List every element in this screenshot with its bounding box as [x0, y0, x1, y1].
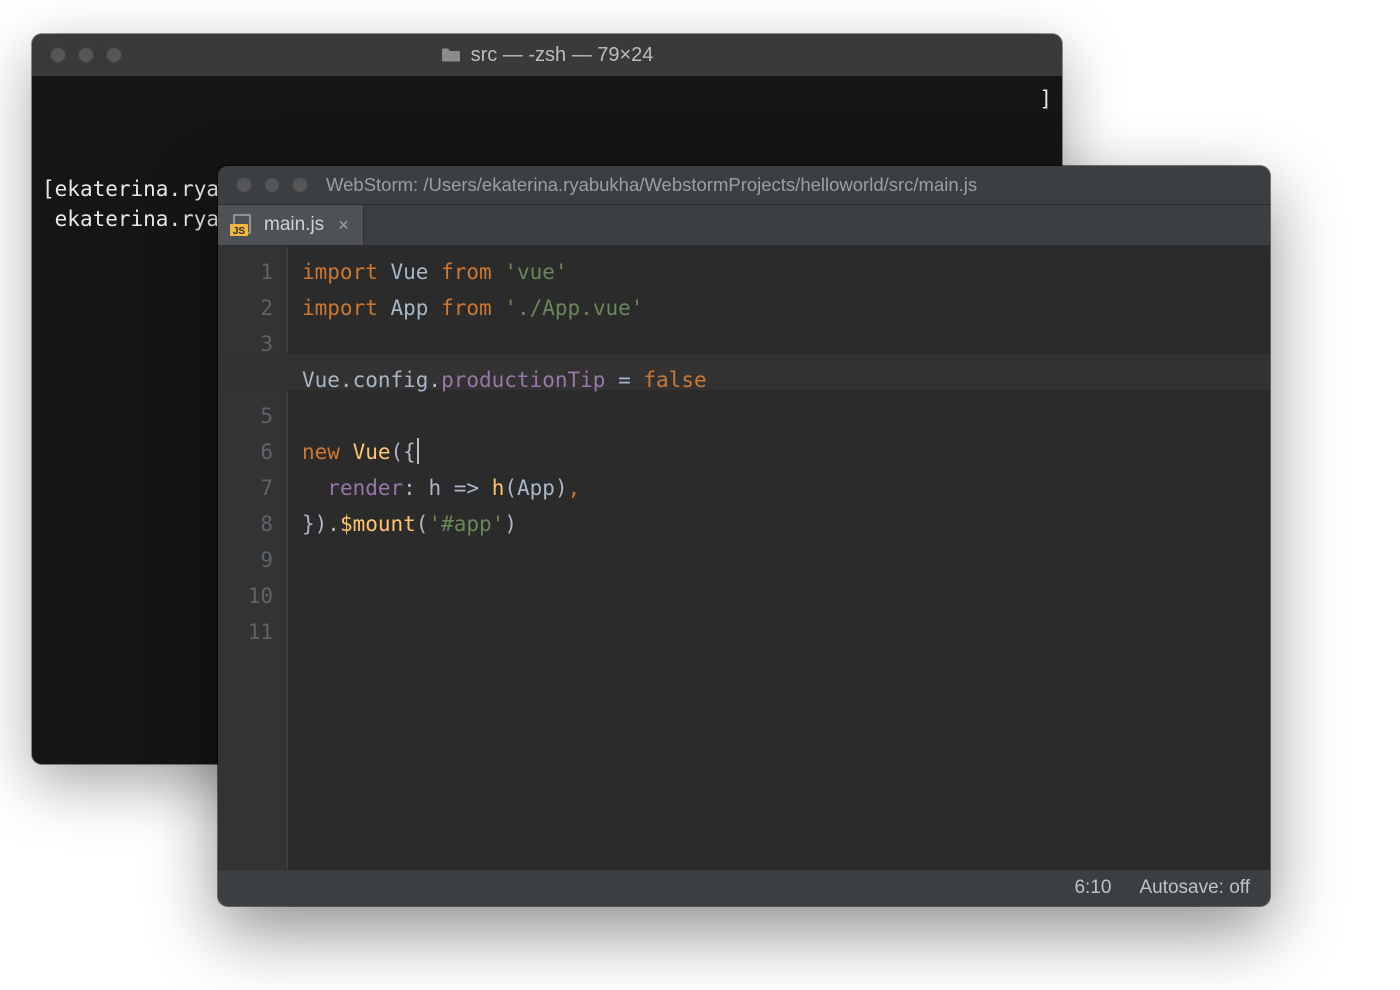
line-number[interactable]: 9: [218, 542, 273, 578]
line-number[interactable]: 2: [218, 290, 273, 326]
minimize-icon[interactable]: [264, 177, 280, 193]
code-token: h: [492, 476, 505, 500]
code-line[interactable]: new Vue({: [302, 434, 1270, 470]
code-editor[interactable]: import Vue from 'vue'import App from './…: [288, 246, 1270, 869]
tab-main-js[interactable]: JS main.js ×: [218, 205, 364, 245]
line-gutter[interactable]: 1234567891011: [218, 246, 288, 869]
code-token: ({: [391, 440, 416, 464]
line-number[interactable]: 7: [218, 470, 273, 506]
zoom-icon[interactable]: [292, 177, 308, 193]
code-token: Vue: [353, 440, 391, 464]
code-line[interactable]: [302, 542, 1270, 578]
code-token: (: [504, 476, 517, 500]
tab-label: main.js: [264, 214, 324, 236]
code-token: './App.vue': [504, 296, 643, 320]
code-token: Vue.config.: [302, 368, 441, 392]
close-tab-icon[interactable]: ×: [334, 215, 349, 236]
line-number[interactable]: 1: [218, 254, 273, 290]
code-token: (: [416, 512, 429, 536]
editor-area: 1234567891011 import Vue from 'vue'impor…: [218, 246, 1270, 869]
line-number[interactable]: 11: [218, 614, 273, 650]
code-token: :: [403, 476, 428, 500]
code-line[interactable]: }).$mount('#app'): [302, 506, 1270, 542]
autosave-status[interactable]: Autosave: off: [1139, 877, 1250, 899]
code-token: render: [327, 476, 403, 500]
folder-icon: [441, 47, 461, 63]
close-icon[interactable]: [236, 177, 252, 193]
code-token: $mount: [340, 512, 416, 536]
code-token: productionTip: [441, 368, 605, 392]
editor-tabs: JS main.js ×: [218, 205, 1270, 246]
close-icon[interactable]: [50, 47, 66, 63]
code-token: ): [504, 512, 517, 536]
line-number[interactable]: 6: [218, 434, 273, 470]
minimize-icon[interactable]: [78, 47, 94, 63]
code-token: ,: [568, 476, 581, 500]
code-token: ): [555, 476, 568, 500]
terminal-traffic-lights: [32, 47, 122, 63]
js-file-icon: JS: [230, 214, 254, 236]
code-token: Vue: [391, 260, 442, 284]
line-number[interactable]: 8: [218, 506, 273, 542]
code-token: =>: [441, 476, 492, 500]
ide-window: WebStorm: /Users/ekaterina.ryabukha/Webs…: [218, 166, 1270, 906]
code-token: from: [441, 296, 504, 320]
editor-caret: [417, 438, 419, 464]
code-line[interactable]: render: h => h(App),: [302, 470, 1270, 506]
zoom-icon[interactable]: [106, 47, 122, 63]
code-line[interactable]: [302, 326, 1270, 362]
svg-text:JS: JS: [233, 226, 246, 236]
code-token: App: [517, 476, 555, 500]
code-line[interactable]: import App from './App.vue': [302, 290, 1270, 326]
ide-title: WebStorm: /Users/ekaterina.ryabukha/Webs…: [308, 174, 1270, 196]
status-bar: 6:10 Autosave: off: [218, 869, 1270, 906]
ide-traffic-lights: [218, 177, 308, 193]
code-token: from: [441, 260, 504, 284]
code-line[interactable]: import Vue from 'vue': [302, 254, 1270, 290]
code-token: false: [643, 368, 706, 392]
code-token: import: [302, 260, 391, 284]
terminal-title: src — -zsh — 79×24: [32, 44, 1062, 67]
cursor-position[interactable]: 6:10: [1074, 877, 1111, 899]
code-line[interactable]: [302, 578, 1270, 614]
code-token: [302, 476, 327, 500]
terminal-right-bracket: ]: [1039, 84, 1052, 114]
code-line[interactable]: [302, 614, 1270, 650]
code-token: h: [428, 476, 441, 500]
terminal-titlebar[interactable]: src — -zsh — 79×24: [32, 34, 1062, 76]
code-token: =: [605, 368, 643, 392]
code-token: App: [391, 296, 442, 320]
code-token: new: [302, 440, 353, 464]
code-line[interactable]: [302, 398, 1270, 434]
code-token: '#app': [428, 512, 504, 536]
line-number[interactable]: 5: [218, 398, 273, 434]
code-token: }).: [302, 512, 340, 536]
code-line[interactable]: Vue.config.productionTip = false: [302, 362, 1270, 398]
terminal-title-text: src — -zsh — 79×24: [471, 44, 654, 67]
code-token: 'vue': [504, 260, 567, 284]
code-token: import: [302, 296, 391, 320]
ide-titlebar[interactable]: WebStorm: /Users/ekaterina.ryabukha/Webs…: [218, 166, 1270, 205]
line-number[interactable]: 10: [218, 578, 273, 614]
